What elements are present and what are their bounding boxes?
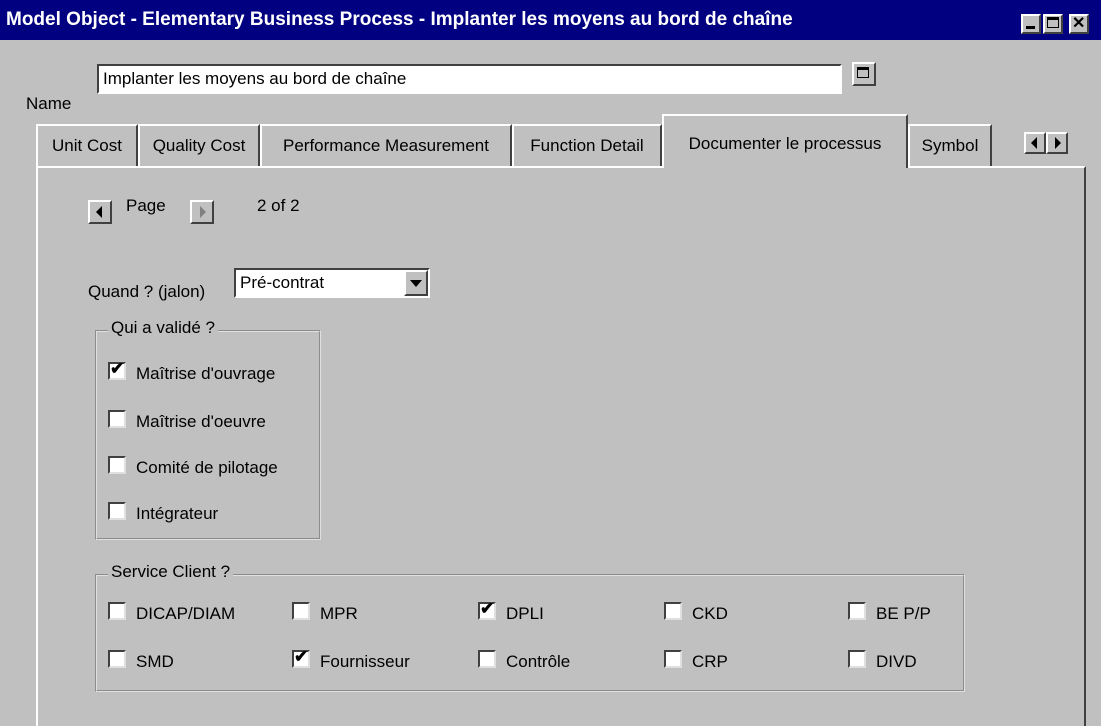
page-label: Page: [126, 196, 166, 215]
tab-scroll-right-button[interactable]: [1046, 132, 1068, 154]
maximize-button[interactable]: [1043, 14, 1063, 34]
checkbox-label: DICAP/DIAM: [136, 604, 236, 623]
window-title: Model Object - Elementary Business Proce…: [6, 9, 793, 30]
close-button[interactable]: ✕: [1069, 14, 1089, 34]
window-icon: [857, 67, 869, 78]
milestone-label: Quand ? (jalon): [88, 282, 206, 301]
checkbox-label: CKD: [692, 604, 728, 623]
check-icon: ✔: [294, 647, 309, 666]
checkbox-label: MPR: [320, 604, 358, 623]
page-prev-button[interactable]: [88, 200, 112, 224]
checkbox-label: DPLI: [506, 604, 544, 623]
service-group-title: Service Client ?: [108, 562, 234, 582]
title-bar[interactable]: Model Object - Elementary Business Proce…: [0, 0, 1101, 40]
tab-documenter-le-processus[interactable]: Documenter le processus: [662, 114, 908, 168]
minimize-icon: [1026, 26, 1035, 29]
validated-group-title: Qui a validé ?: [108, 318, 218, 338]
tab-scroll-left-button[interactable]: [1024, 132, 1046, 154]
tab-unit-cost[interactable]: Unit Cost: [36, 124, 138, 166]
checkbox-comite-pilotage[interactable]: [108, 456, 126, 474]
checkbox-label: Comité de pilotage: [136, 458, 278, 477]
minimize-button[interactable]: [1021, 14, 1041, 34]
tab-symbol[interactable]: Symbol: [908, 124, 992, 166]
page-status: 2 of 2: [257, 196, 300, 215]
checkbox-label: BE P/P: [876, 604, 931, 623]
check-icon: ✔: [110, 359, 125, 378]
checkbox-label: Maîtrise d'ouvrage: [136, 364, 276, 383]
checkbox-label: SMD: [136, 652, 174, 671]
checkbox-be-pp[interactable]: [848, 602, 866, 620]
arrow-left-icon: [1031, 137, 1037, 149]
checkbox-label: CRP: [692, 652, 728, 671]
milestone-dropdown-button[interactable]: [404, 270, 428, 296]
checkbox-ckd[interactable]: [664, 602, 682, 620]
checkbox-label: Maîtrise d'oeuvre: [136, 412, 266, 431]
checkbox-label: DIVD: [876, 652, 917, 671]
tab-quality-cost[interactable]: Quality Cost: [138, 124, 260, 166]
checkbox-maitrise-oeuvre[interactable]: [108, 410, 126, 428]
checkbox-divd[interactable]: [848, 650, 866, 668]
chevron-down-icon: [410, 280, 422, 287]
name-browse-button[interactable]: [852, 62, 876, 86]
checkbox-dicap-diam[interactable]: [108, 602, 126, 620]
name-label: Name: [26, 94, 72, 113]
name-input[interactable]: Implanter les moyens au bord de chaîne: [97, 64, 842, 94]
page-next-button[interactable]: [190, 200, 214, 224]
checkbox-dpli[interactable]: ✔: [478, 599, 496, 620]
arrow-right-icon: [1055, 137, 1061, 149]
checkbox-label: Intégrateur: [136, 504, 219, 523]
checkbox-label: Contrôle: [506, 652, 571, 671]
check-icon: ✔: [480, 599, 495, 618]
maximize-icon: [1047, 17, 1059, 28]
checkbox-label: Fournisseur: [320, 652, 410, 671]
tab-performance-measurement[interactable]: Performance Measurement: [260, 124, 512, 166]
arrow-right-icon: [200, 206, 206, 218]
checkbox-maitrise-ouvrage[interactable]: ✔: [108, 359, 126, 380]
close-icon: ✕: [1072, 15, 1086, 32]
checkbox-integrateur[interactable]: [108, 502, 126, 520]
checkbox-fournisseur[interactable]: ✔: [292, 647, 310, 668]
checkbox-smd[interactable]: [108, 650, 126, 668]
checkbox-controle[interactable]: [478, 650, 496, 668]
checkbox-mpr[interactable]: [292, 602, 310, 620]
milestone-value: Pré-contrat: [240, 273, 325, 292]
checkbox-crp[interactable]: [664, 650, 682, 668]
tab-function-detail[interactable]: Function Detail: [512, 124, 662, 166]
milestone-select[interactable]: Pré-contrat: [234, 268, 430, 298]
arrow-left-icon: [96, 206, 102, 218]
service-groupbox: [95, 574, 965, 692]
